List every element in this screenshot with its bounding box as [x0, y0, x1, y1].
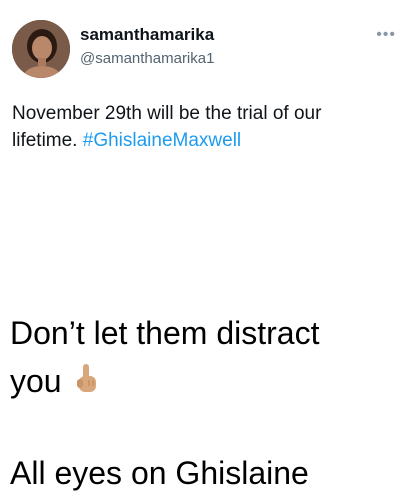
more-dots-icon[interactable]: •••	[376, 26, 396, 44]
pointing-up-hand-icon	[74, 361, 100, 395]
tweet-text: November 29th will be the trial of our l…	[12, 100, 392, 154]
avatar-image	[12, 20, 70, 78]
display-name[interactable]: samanthamarika	[80, 25, 214, 45]
caption-line-1: Don’t let them distract you	[10, 309, 319, 405]
caption-text-1: Don’t let them distract	[10, 315, 320, 351]
user-handle[interactable]: @samanthamarika1	[80, 50, 214, 67]
avatar[interactable]	[12, 20, 70, 78]
caption-text-2: you	[10, 363, 62, 399]
hashtag-link[interactable]: #GhislaineMaxwell	[83, 130, 241, 151]
tweet-card: samanthamarika @samanthamarika1 ••• Nove…	[0, 0, 412, 170]
caption-line-3: All eyes on Ghislaine	[10, 455, 309, 491]
